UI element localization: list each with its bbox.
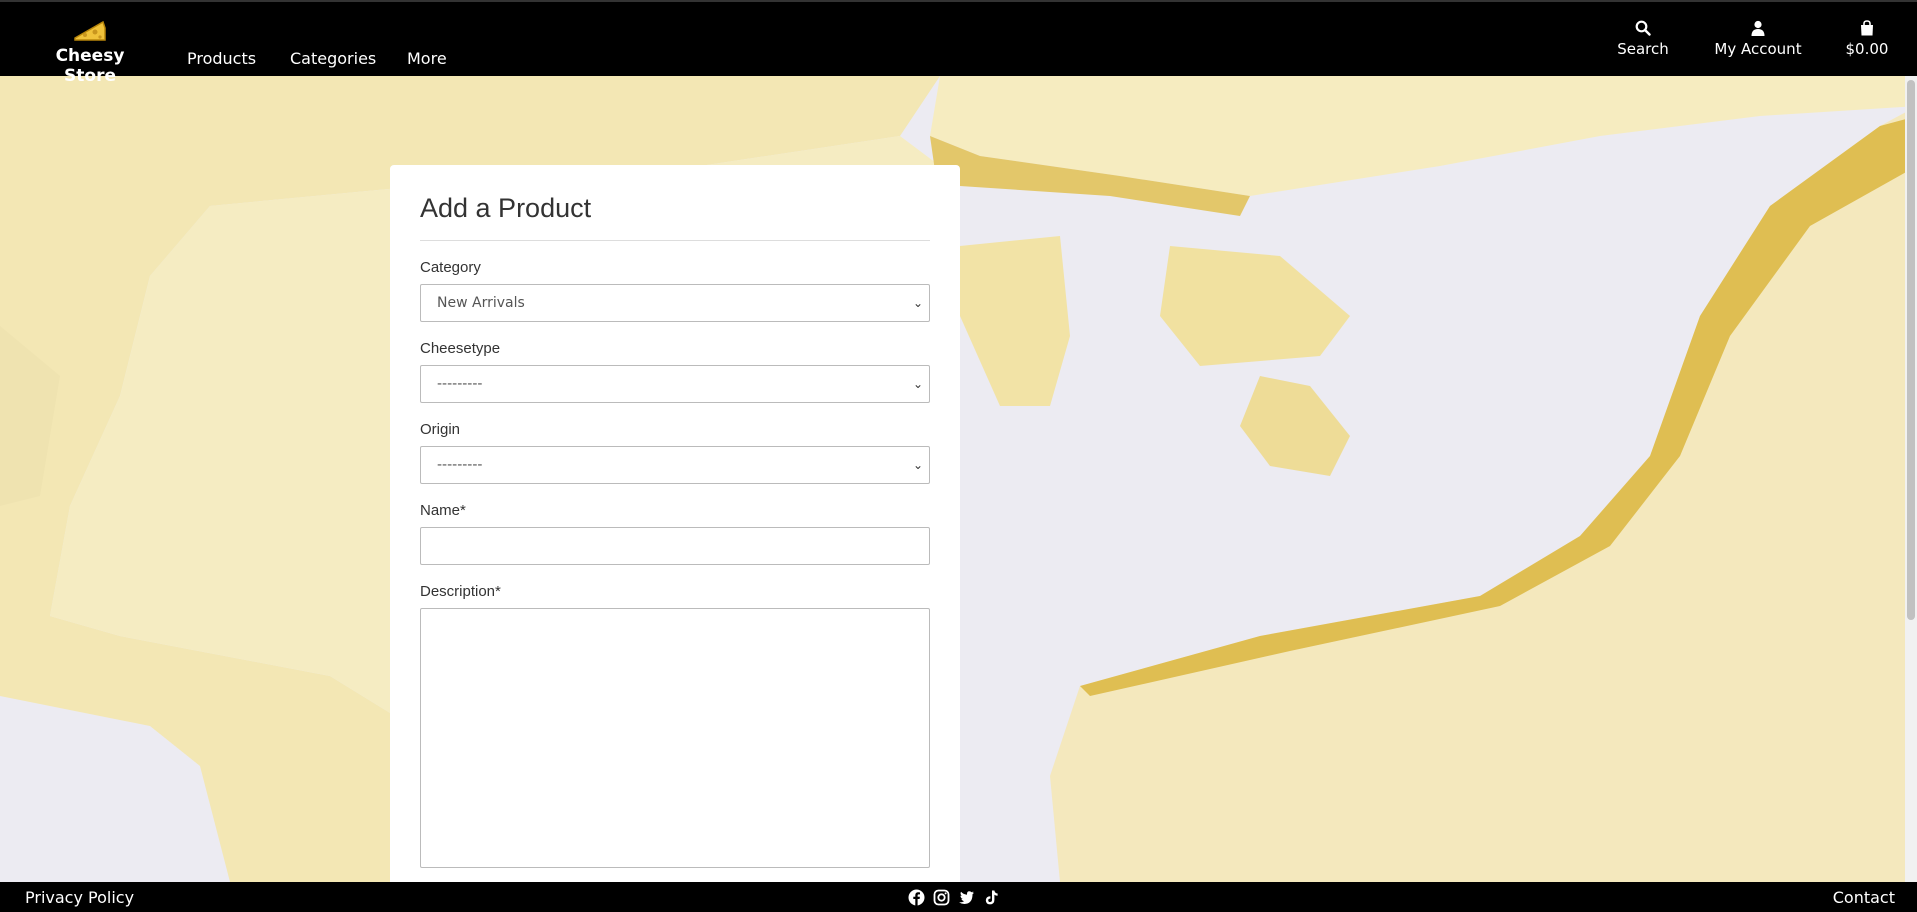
name-input[interactable] — [420, 527, 930, 565]
chevron-down-icon: ⌄ — [912, 377, 923, 391]
tiktok-icon[interactable] — [983, 889, 1000, 906]
description-textarea[interactable] — [420, 608, 930, 868]
shopping-bag-icon — [1861, 20, 1873, 36]
top-navbar: Cheesy Store Products Categories More Se… — [0, 0, 1917, 86]
my-account-button[interactable]: My Account — [1712, 20, 1804, 58]
name-label: Name* — [420, 502, 466, 519]
social-links — [908, 889, 1000, 906]
nav-products[interactable]: Products — [187, 49, 256, 68]
user-icon — [1751, 20, 1765, 36]
chevron-down-icon: ⌄ — [912, 458, 923, 472]
origin-label: Origin — [420, 421, 461, 438]
chevron-down-icon: ⌄ — [912, 296, 923, 310]
nav-categories[interactable]: Categories — [290, 49, 376, 68]
description-label: Description* — [420, 583, 501, 600]
cart-button[interactable]: $0.00 — [1842, 20, 1892, 58]
my-account-label: My Account — [1714, 40, 1802, 58]
page-scrollbar[interactable] — [1905, 76, 1917, 882]
search-icon — [1635, 20, 1651, 36]
origin-select-value: --------- — [437, 457, 483, 473]
instagram-icon[interactable] — [933, 889, 950, 906]
search-label: Search — [1617, 40, 1669, 58]
facebook-icon[interactable] — [908, 889, 925, 906]
form-divider — [420, 240, 930, 241]
origin-select[interactable]: --------- ⌄ — [420, 446, 930, 484]
add-product-form: Add a Product Category New Arrivals ⌄ Ch… — [390, 165, 960, 895]
nav-more[interactable]: More — [407, 49, 447, 68]
contact-link[interactable]: Contact — [1833, 888, 1895, 907]
category-select-value: New Arrivals — [437, 295, 525, 311]
brand-name: Cheesy Store — [55, 46, 125, 86]
category-select[interactable]: New Arrivals ⌄ — [420, 284, 930, 322]
brand-logo-link[interactable]: Cheesy Store — [30, 18, 150, 86]
cheese-logo-icon — [74, 20, 106, 41]
form-title: Add a Product — [420, 193, 592, 223]
twitter-icon[interactable] — [958, 889, 975, 906]
cart-total: $0.00 — [1845, 40, 1889, 58]
cheesetype-label: Cheesetype — [420, 340, 501, 357]
scrollbar-thumb[interactable] — [1907, 80, 1915, 620]
category-label: Category — [420, 259, 481, 276]
search-button[interactable]: Search — [1615, 20, 1671, 58]
cheesetype-select-value: --------- — [437, 376, 483, 392]
cheesetype-select[interactable]: --------- ⌄ — [420, 365, 930, 403]
footer: Privacy Policy Contact — [0, 882, 1917, 912]
privacy-policy-link[interactable]: Privacy Policy — [25, 888, 134, 907]
